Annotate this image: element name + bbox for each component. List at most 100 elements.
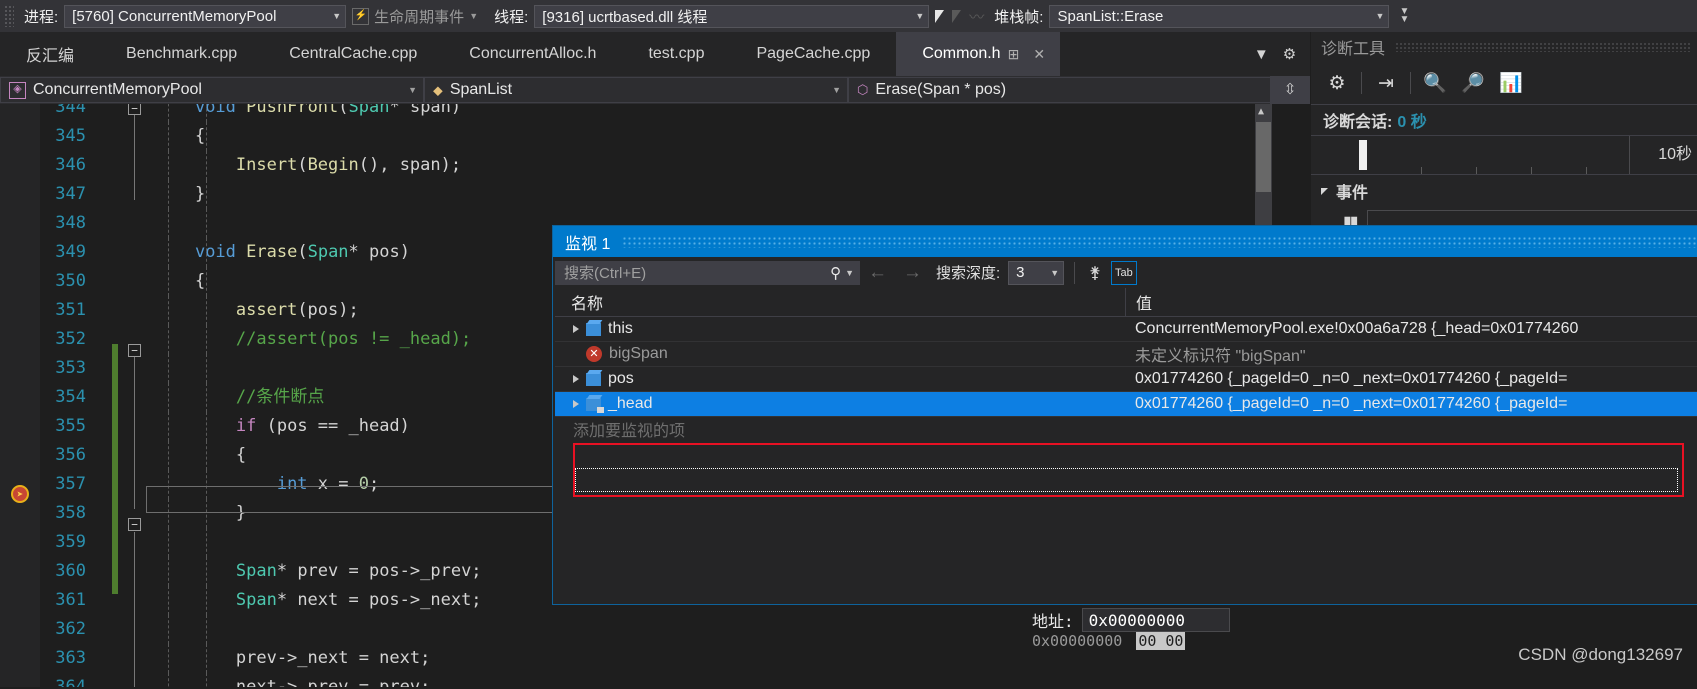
code-line-text: void Erase(Span* pos) <box>194 242 410 262</box>
line-number: 358 <box>55 503 86 523</box>
process-combobox[interactable]: [5760] ConcurrentMemoryPool ▼ <box>64 4 347 28</box>
squiggle-icon[interactable]: 〰 <box>969 6 984 27</box>
address-input[interactable]: 0x00000000 <box>1081 608 1230 632</box>
tab-concurrentalloc-h[interactable]: ConcurrentAlloc.h <box>443 32 622 76</box>
fold-toggle-355[interactable]: − <box>128 518 141 531</box>
chart-icon[interactable]: 📊 <box>1497 69 1525 97</box>
tab-pagecache-cpp[interactable]: PageCache.cpp <box>730 32 896 76</box>
scrollbar-thumb[interactable] <box>1256 122 1271 192</box>
tab-test-cpp[interactable]: test.cpp <box>622 32 730 76</box>
indent-guide <box>168 238 169 267</box>
indent-guide <box>206 557 207 586</box>
code-line[interactable]: Insert(Begin(), span); <box>146 151 1272 180</box>
tab-common-h[interactable]: Common.h ⊞ ✕ <box>896 32 1061 76</box>
lock-icon <box>597 406 604 413</box>
tab-list-icon[interactable]: ▼ <box>1254 46 1269 63</box>
flag-hollow-icon[interactable] <box>952 9 962 23</box>
line-number: 357 <box>55 474 86 494</box>
search-depth-combobox[interactable]: 3 ▼ <box>1008 260 1065 285</box>
zoom-out-icon[interactable]: 🔎 <box>1459 69 1487 97</box>
diagnostic-tools-title-bar[interactable]: 诊断工具 <box>1311 32 1697 62</box>
indent-guide <box>168 180 169 209</box>
memory-row-bytes: 00 00 <box>1136 632 1186 650</box>
thread-combobox[interactable]: [9316] ucrtbased.dll 线程 ▼ <box>534 4 930 28</box>
watch-row-name-cell[interactable]: _head <box>555 395 1125 413</box>
toolbar-overflow-button[interactable]: ▼ ▼ <box>1399 7 1409 25</box>
watch-row-name-cell[interactable]: ✕ bigSpan <box>555 345 1125 363</box>
stackframe-combobox[interactable]: SpanList::Erase ▼ <box>1049 4 1390 28</box>
add-watch-item-row[interactable]: 添加要监视的项 <box>555 417 1697 441</box>
watch-row-name-cell[interactable]: pos <box>555 370 1125 388</box>
scroll-up-icon[interactable]: ▲ <box>1258 106 1264 117</box>
chevron-down-icon[interactable]: ▼ <box>845 268 857 278</box>
indent-guide <box>206 644 207 673</box>
watch-variable-value[interactable]: ConcurrentMemoryPool.exe!0x00a6a728 {_he… <box>1125 320 1697 338</box>
breakpoint-marker[interactable]: ➤ <box>11 485 29 503</box>
pin-icon[interactable]: ⊞ <box>1001 46 1027 63</box>
search-previous-button[interactable]: ← <box>860 262 895 284</box>
line-number: 347 <box>55 184 86 204</box>
line-number: 359 <box>55 532 86 552</box>
table-row[interactable]: ✕ bigSpan 未定义标识符 "bigSpan" <box>555 342 1697 367</box>
unsaved-change-marker <box>112 344 118 594</box>
indent-guide <box>168 412 169 441</box>
tab-disassembly[interactable]: 反汇编 <box>0 32 100 76</box>
watch-variables-grid[interactable]: 名称 值 this ConcurrentMemoryPool.exe!0x00a… <box>555 288 1697 604</box>
toolbar-grip[interactable] <box>4 5 14 27</box>
column-header-value[interactable]: 值 <box>1125 288 1697 316</box>
expander-icon[interactable] <box>573 325 579 333</box>
code-line-text: Span* prev = pos->_prev; <box>235 561 482 581</box>
lifecycle-events-button[interactable]: ⚡ 生命周期事件 ▼ <box>346 6 484 27</box>
table-row[interactable]: _head 0x01774260 {_pageId=0 _n=0 _next=0… <box>555 392 1697 417</box>
code-line[interactable]: } <box>146 180 1272 209</box>
table-row[interactable]: pos 0x01774260 {_pageId=0 _n=0 _next=0x0… <box>555 367 1697 392</box>
split-editor-button[interactable]: ⇳ <box>1270 76 1310 104</box>
table-row[interactable]: this ConcurrentMemoryPool.exe!0x00a6a728… <box>555 317 1697 342</box>
expander-icon[interactable] <box>573 375 579 383</box>
expander-icon[interactable] <box>573 400 579 408</box>
indent-guide <box>168 151 169 180</box>
watch-row-name-cell[interactable]: this <box>555 320 1125 338</box>
gear-icon[interactable]: ⚙ <box>1283 45 1296 63</box>
export-icon[interactable]: ⇥ <box>1372 69 1400 97</box>
timeline-position-marker[interactable] <box>1359 140 1367 170</box>
code-folding-column[interactable]: − − − <box>126 104 146 687</box>
search-input[interactable]: 搜索(Ctrl+E) ⚲ ▼ <box>555 260 860 285</box>
class-combobox[interactable]: ⬥ SpanList ▼ <box>424 77 848 103</box>
code-line[interactable]: void PushFront(Span* span) <box>146 104 1272 122</box>
project-combobox[interactable]: ◈ ConcurrentMemoryPool ▼ <box>0 77 424 103</box>
indent-guide <box>206 238 207 267</box>
code-line[interactable]: { <box>146 122 1272 151</box>
line-number: 352 <box>55 329 86 349</box>
fold-toggle-349[interactable]: − <box>128 344 141 357</box>
watch-window-title-bar[interactable]: 监视 1 <box>553 226 1697 257</box>
watch-variable-value[interactable]: 0x01774260 {_pageId=0 _n=0 _next=0x01774… <box>1125 370 1697 388</box>
breakpoint-gutter[interactable]: ➤ <box>0 104 40 687</box>
watch-variable-value[interactable]: 0x01774260 {_pageId=0 _n=0 _next=0x01774… <box>1125 395 1697 413</box>
member-combobox[interactable]: ⬡ Erase(Span * pos) ▼ <box>848 77 1310 103</box>
watch-variable-name: _head <box>608 395 653 412</box>
filter-icon[interactable]: ⚵ <box>1085 263 1105 283</box>
indent-guide <box>206 122 207 151</box>
tab-benchmark-cpp[interactable]: Benchmark.cpp <box>100 32 263 76</box>
line-number: 345 <box>55 126 86 146</box>
class-icon: ⬥ <box>433 81 443 98</box>
fold-toggle-344[interactable]: − <box>128 104 141 115</box>
line-number: 363 <box>55 648 86 668</box>
tab-centralcache-cpp[interactable]: CentralCache.cpp <box>263 32 443 76</box>
diagnostic-timeline[interactable]: 10秒 <box>1311 135 1697 175</box>
close-icon[interactable]: ✕ <box>1026 46 1052 63</box>
divider <box>1074 261 1076 284</box>
gear-icon[interactable]: ⚙ <box>1323 69 1351 97</box>
events-section-header[interactable]: 事件 <box>1311 175 1697 207</box>
hexadecimal-display-button[interactable]: Tab <box>1110 260 1137 285</box>
search-icon[interactable]: ⚲ <box>826 264 845 282</box>
watch-variable-value[interactable]: 未定义标识符 "bigSpan" <box>1125 342 1697 366</box>
line-number: 344 <box>55 104 86 117</box>
flag-solid-icon[interactable] <box>935 9 945 23</box>
watch-grid-header: 名称 值 <box>555 288 1697 317</box>
search-next-button[interactable]: → <box>895 262 930 284</box>
zoom-in-icon[interactable]: 🔍 <box>1421 69 1449 97</box>
column-header-name[interactable]: 名称 <box>555 290 1125 314</box>
watch-window-title: 监视 1 <box>565 235 611 253</box>
